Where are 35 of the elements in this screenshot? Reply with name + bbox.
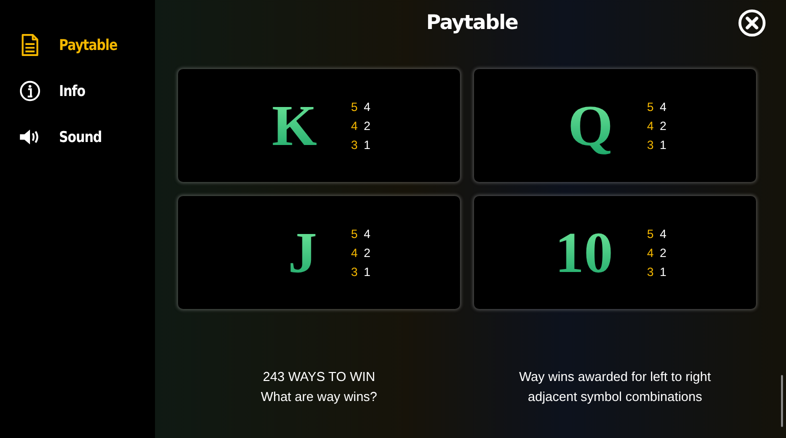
scrollbar-thumb[interactable] [781, 375, 783, 427]
payout-amount: 4 [364, 226, 370, 242]
document-icon [19, 34, 41, 56]
payout-amount: 2 [660, 244, 666, 260]
symbol-count: 3 [351, 136, 358, 152]
symbol-count: 3 [647, 136, 654, 152]
note-text: What are way wins? [260, 388, 378, 406]
symbol-count: 4 [351, 118, 358, 134]
symbol-count: 5 [647, 226, 654, 242]
payout-amount: 1 [364, 264, 370, 280]
note-heading: 243 WAYS TO WIN [262, 368, 376, 386]
dialog-title: Paytable [426, 10, 518, 36]
note-text: Way wins awarded for left to right adjacent symbol combinations [518, 368, 712, 406]
payout-amount: 2 [364, 244, 370, 260]
info-icon [19, 80, 41, 102]
symbol-count: 4 [647, 118, 654, 134]
sidebar-item[interactable]: Info [0, 76, 155, 105]
sidebar-item[interactable]: Sound [0, 122, 155, 151]
payout-amount: 1 [660, 264, 666, 280]
payout-amount: 2 [364, 118, 370, 134]
symbol-count: 5 [351, 98, 358, 114]
payout-amount: 1 [660, 136, 666, 152]
symbol-count: 4 [647, 244, 654, 260]
symbol-count: 3 [351, 264, 358, 280]
payout-amount: 4 [660, 98, 666, 114]
payout-amount: 1 [364, 136, 370, 152]
symbol-count: 4 [351, 244, 358, 260]
payout-amount: 4 [660, 226, 666, 242]
sidebar-item[interactable]: Paytable [0, 30, 155, 59]
symbol-count: 3 [647, 264, 654, 280]
symbol-count: 5 [351, 226, 358, 242]
close-button[interactable] [738, 9, 766, 37]
payout-amount: 4 [364, 98, 370, 114]
symbol-count: 5 [647, 98, 654, 114]
payout-amount: 2 [660, 118, 666, 134]
